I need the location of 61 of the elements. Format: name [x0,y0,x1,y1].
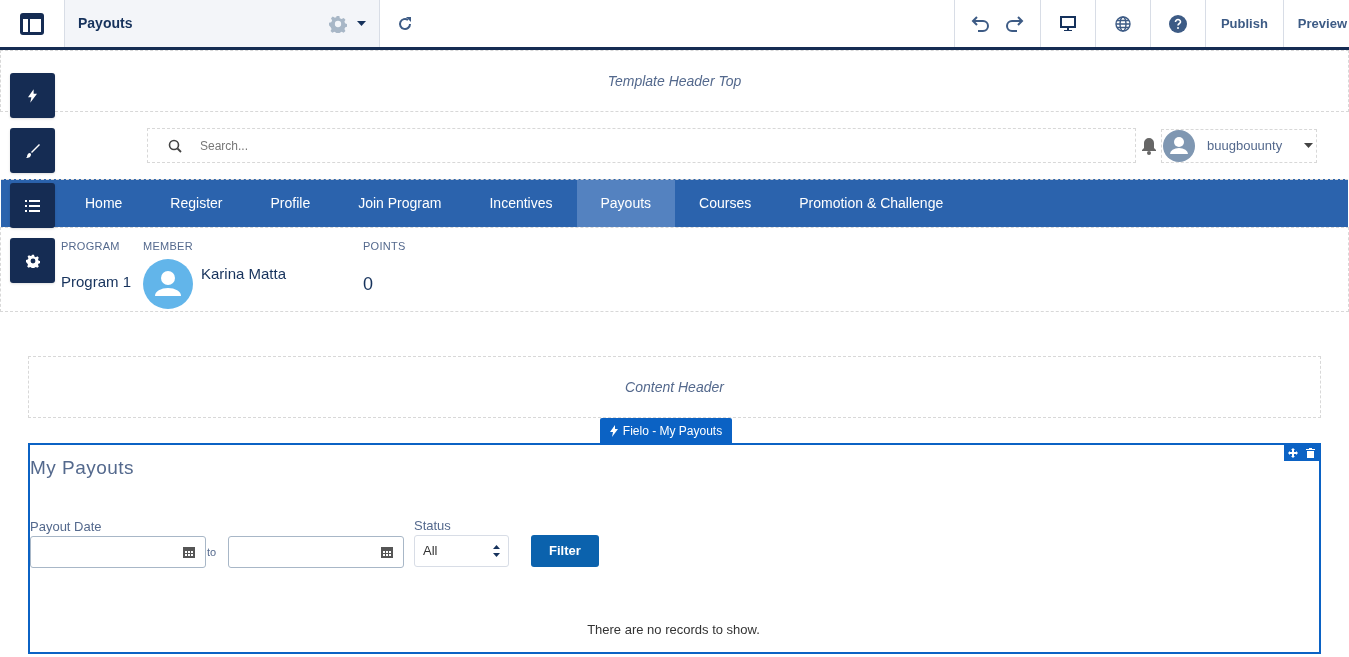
avatar-icon [1163,129,1195,162]
points-value: 0 [363,272,373,296]
components-tool-button[interactable] [10,73,55,118]
publish-button[interactable]: Publish [1204,0,1283,47]
column-label: MEMBER [143,239,194,254]
nav-link[interactable]: Join Program [334,180,466,227]
avatar-icon [143,258,193,309]
nav-link[interactable]: Promotion & Challenge [775,180,968,227]
member-name: Karina Matta [201,264,287,285]
component-title: My Payouts [30,456,135,480]
search-icon [168,138,182,153]
date-field[interactable] [228,536,404,568]
status-select[interactable]: All [414,535,509,567]
redo-icon[interactable] [1003,15,1024,32]
list-icon [25,199,40,212]
bell-icon[interactable] [1140,136,1158,155]
search-field[interactable]: Search... [147,128,1136,163]
layout-icon[interactable] [20,12,44,35]
pages-tool-button[interactable] [10,183,55,228]
brush-icon [25,143,40,158]
monitor-icon[interactable] [1059,15,1076,32]
nav-link[interactable]: Payouts [576,180,676,227]
settings-icon [25,253,40,268]
column-label: PROGRAM [61,239,121,254]
user-menu[interactable]: buugbouunty [1161,128,1317,163]
search-input[interactable]: Search... [200,136,1135,155]
move-icon[interactable] [1288,448,1298,458]
page-title: Payouts [78,14,134,33]
theme-tool-button[interactable] [10,128,55,173]
field-label: Status [414,516,452,535]
nav-link[interactable]: Home [61,180,147,227]
nav-link[interactable]: Courses [675,180,776,227]
bolt-icon [609,424,618,437]
region-label: Content Header [625,377,724,397]
help-icon[interactable] [1168,14,1187,33]
calendar-icon [381,546,393,558]
trash-icon[interactable] [1306,448,1315,458]
field-label: Payout Date [30,517,103,536]
range-separator: to [206,544,218,560]
component-tag[interactable]: Fielo - My Payouts [599,418,733,443]
undo-icon[interactable] [971,15,992,32]
caret-icon[interactable] [1304,143,1313,148]
refresh-icon[interactable] [397,15,413,32]
preview-button[interactable]: Preview [1282,0,1349,47]
calendar-icon [183,546,195,558]
date-field[interactable] [30,536,206,568]
page-selector[interactable]: Payouts [65,0,380,47]
region-label: Template Header Top [607,71,742,91]
settings-tool-button[interactable] [10,238,55,283]
user-name: buugbouunty [1207,136,1284,155]
globe-icon[interactable] [1114,15,1131,32]
column-label: POINTS [363,239,407,254]
nav-link[interactable]: Register [146,180,247,227]
spinner-icon [493,544,500,558]
filter-button[interactable]: Filter [531,535,599,567]
nav-link[interactable]: Incentives [465,180,577,227]
empty-message: There are no records to show. [586,621,761,639]
caret-icon[interactable] [357,21,366,26]
nav-link[interactable]: Profile [246,180,335,227]
program-name: Program 1 [61,271,132,292]
bolt-icon [28,88,37,103]
